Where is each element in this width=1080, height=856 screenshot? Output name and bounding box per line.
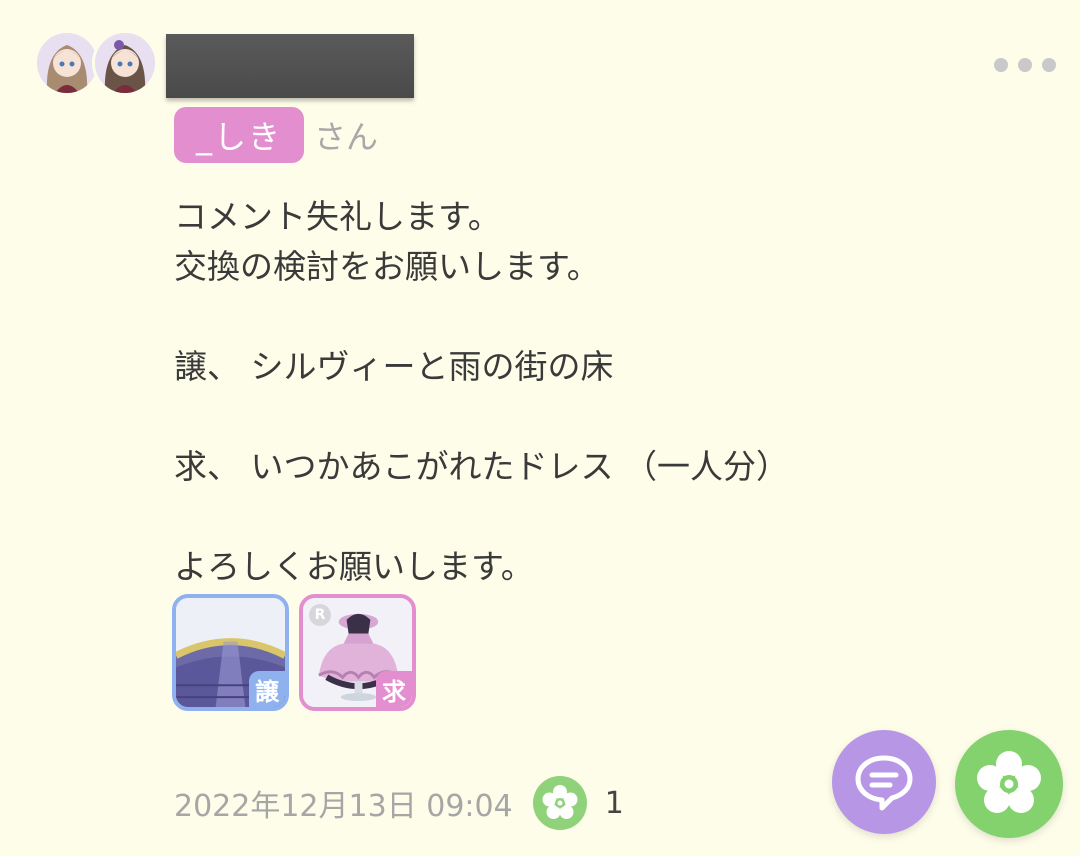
- want-badge: 求: [376, 671, 412, 707]
- trade-items: 譲 R 求: [172, 594, 416, 711]
- comment-line: [174, 392, 934, 442]
- like-count: 1: [604, 785, 624, 821]
- more-dot-icon: [1042, 58, 1056, 72]
- comment-line: 求、 いつかあこがれたドレス （一人分）: [174, 447, 789, 486]
- give-item-card[interactable]: 譲: [172, 594, 289, 711]
- timestamp: 2022年12月13日 09:04: [174, 789, 513, 824]
- user-avatars[interactable]: [34, 30, 164, 102]
- rarity-badge: R: [309, 604, 331, 626]
- like-button[interactable]: [955, 730, 1063, 838]
- flower-like-icon[interactable]: [532, 776, 587, 830]
- speech-bubble-icon: [855, 755, 913, 811]
- flower-icon: [977, 751, 1041, 813]
- want-item-card[interactable]: R 求: [299, 594, 416, 711]
- more-options-button[interactable]: [994, 58, 1056, 72]
- comment-line: コメント失礼します。: [174, 197, 501, 236]
- avatar[interactable]: [92, 30, 158, 96]
- comment-line: [174, 492, 934, 542]
- avatar-character-icon: [95, 33, 155, 93]
- mention-suffix: さん: [314, 118, 379, 156]
- comment-line: 譲、 シルヴィーと雨の街の床: [174, 347, 614, 386]
- reply-to: _しき さん: [174, 107, 378, 163]
- avatar-character-icon: [37, 33, 97, 93]
- more-dot-icon: [1018, 58, 1032, 72]
- mention-tag[interactable]: _しき: [174, 107, 305, 163]
- comment-line: [174, 292, 934, 342]
- comment-line: 交換の検討をお願いします。: [174, 247, 600, 286]
- more-dot-icon: [994, 58, 1008, 72]
- comment-line: よろしくお願いします。: [174, 547, 534, 586]
- post-footer: 2022年12月13日 09:04 1: [174, 776, 624, 830]
- avatar[interactable]: [34, 30, 100, 96]
- comment-button[interactable]: [832, 730, 936, 834]
- username-redacted: [166, 34, 414, 98]
- flower-icon: [542, 785, 578, 819]
- give-badge: 譲: [249, 671, 285, 707]
- comment-body: コメント失礼します。 交換の検討をお願いします。 譲、 シルヴィーと雨の街の床 …: [174, 192, 934, 592]
